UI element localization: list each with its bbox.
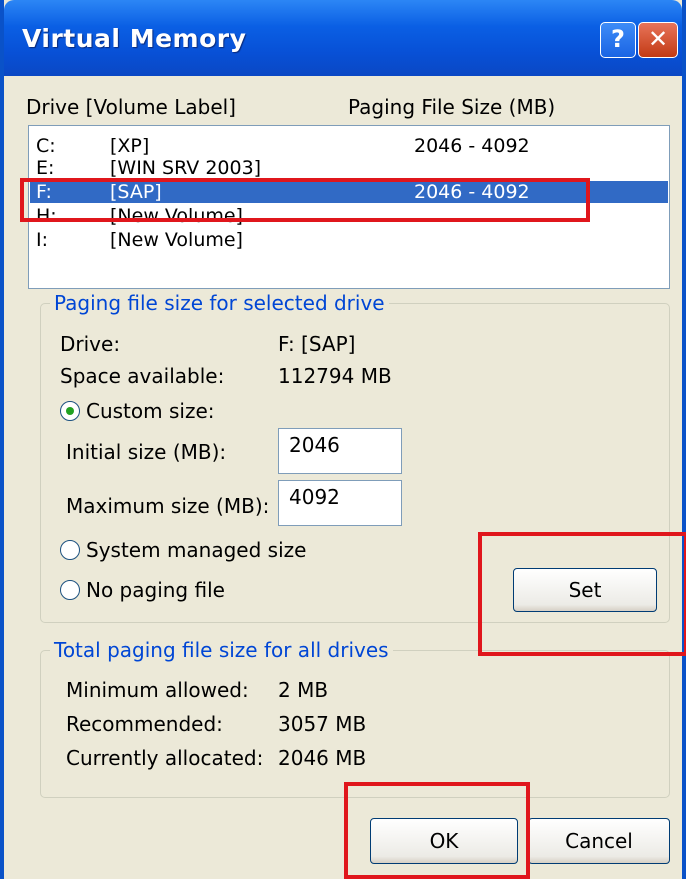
highlight-box-selected-drive xyxy=(20,178,590,222)
volume-label: [WIN SRV 2003] xyxy=(110,157,262,179)
space-available-value: 112794 MB xyxy=(278,364,392,388)
drive-letter: C: xyxy=(36,135,56,157)
volume-label: [XP] xyxy=(110,135,150,157)
system-managed-label[interactable]: System managed size xyxy=(86,538,306,562)
maximum-size-input[interactable]: 4092 xyxy=(278,480,402,526)
minimum-allowed-label: Minimum allowed: xyxy=(66,678,249,702)
highlight-box-set-button xyxy=(478,532,686,656)
highlight-box-ok-button xyxy=(344,782,530,879)
column-header-drive: Drive [Volume Label] xyxy=(26,95,236,119)
space-available-label: Space available: xyxy=(60,364,225,388)
drive-letter: I: xyxy=(36,229,49,251)
virtual-memory-dialog: Virtual Memory ? ✕ Drive [Volume Label] … xyxy=(0,0,686,879)
drive-letter: E: xyxy=(36,157,55,179)
cancel-button[interactable]: Cancel xyxy=(528,818,670,864)
minimum-allowed-value: 2 MB xyxy=(278,678,329,702)
drive-label: Drive: xyxy=(60,332,121,356)
initial-size-label: Initial size (MB): xyxy=(66,440,227,464)
system-managed-radio[interactable] xyxy=(60,540,80,560)
maximum-size-label: Maximum size (MB): xyxy=(66,494,270,518)
help-button[interactable]: ? xyxy=(600,22,636,58)
recommended-label: Recommended: xyxy=(66,712,223,736)
drive-value: F: [SAP] xyxy=(278,332,356,356)
window-title: Virtual Memory xyxy=(22,24,247,53)
totals-group-title: Total paging file size for all drives xyxy=(50,638,393,662)
list-item[interactable]: E: [WIN SRV 2003] xyxy=(30,157,668,179)
selected-drive-group-title: Paging file size for selected drive xyxy=(50,291,389,315)
recommended-value: 3057 MB xyxy=(278,712,367,736)
currently-allocated-value: 2046 MB xyxy=(278,746,367,770)
paging-size: 2046 - 4092 xyxy=(414,135,530,157)
no-paging-file-label[interactable]: No paging file xyxy=(86,578,225,602)
title-bar[interactable]: Virtual Memory ? ✕ xyxy=(4,0,682,76)
no-paging-file-radio[interactable] xyxy=(60,580,80,600)
currently-allocated-label: Currently allocated: xyxy=(66,746,264,770)
list-item[interactable]: I: [New Volume] xyxy=(30,229,668,251)
custom-size-label[interactable]: Custom size: xyxy=(86,399,215,423)
initial-size-input[interactable]: 2046 xyxy=(278,428,402,474)
list-item[interactable]: C: [XP] 2046 - 4092 xyxy=(30,135,668,157)
volume-label: [New Volume] xyxy=(110,229,243,251)
close-button[interactable]: ✕ xyxy=(638,22,678,58)
custom-size-radio[interactable] xyxy=(60,401,80,421)
column-header-size: Paging File Size (MB) xyxy=(348,95,556,119)
